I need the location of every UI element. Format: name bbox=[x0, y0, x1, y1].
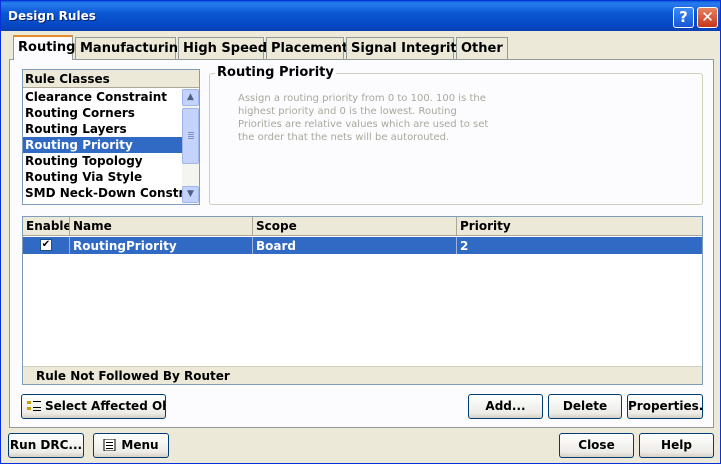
rule-class-routing-topology[interactable]: Routing Topology bbox=[23, 153, 183, 169]
rule-classes-list[interactable]: Rule Classes Clearance Constraint Routin… bbox=[22, 69, 200, 205]
rules-table[interactable]: Enable Name Scope Priority ✔ RoutingPrio… bbox=[22, 216, 703, 385]
menu-icon bbox=[103, 438, 116, 451]
rule-class-routing-via-style[interactable]: Routing Via Style bbox=[23, 169, 183, 185]
question-mark-icon: ? bbox=[679, 8, 688, 26]
close-icon: ✕ bbox=[701, 8, 714, 26]
checkmark-icon: ✔ bbox=[41, 239, 51, 250]
rule-class-smd-neck-down[interactable]: SMD Neck-Down Constrai bbox=[23, 185, 183, 201]
grip-icon bbox=[188, 132, 194, 140]
tab-manufacturing[interactable]: Manufacturing bbox=[75, 37, 187, 59]
delete-button[interactable]: Delete bbox=[548, 394, 622, 419]
scroll-down-button[interactable]: ▼ bbox=[182, 186, 199, 203]
tab-other[interactable]: Other bbox=[456, 37, 508, 59]
tab-placement[interactable]: Placement bbox=[266, 37, 348, 59]
title-bar[interactable]: Design Rules ? ✕ bbox=[1, 1, 720, 31]
group-title: Routing Priority bbox=[215, 65, 336, 80]
design-rules-dialog: Design Rules ? ✕ Routing Manufacturing H… bbox=[0, 0, 721, 464]
title-close-button[interactable]: ✕ bbox=[697, 7, 718, 28]
rule-classes-scrollbar[interactable]: ▲ ▼ bbox=[182, 89, 199, 204]
select-affected-label: Select Affected Obj bbox=[45, 399, 166, 413]
title-help-button[interactable]: ? bbox=[673, 7, 694, 28]
rule-class-clearance-constraint[interactable]: Clearance Constraint bbox=[23, 89, 183, 105]
help-button[interactable]: Help bbox=[639, 433, 714, 458]
table-header: Enable Name Scope Priority bbox=[23, 217, 702, 236]
rule-classes-items[interactable]: Clearance Constraint Routing Corners Rou… bbox=[23, 89, 183, 204]
close-button[interactable]: Close bbox=[559, 433, 634, 458]
chevron-down-icon: ▼ bbox=[187, 189, 194, 199]
table-row[interactable]: ✔ RoutingPriority Board 2 bbox=[23, 237, 702, 254]
scroll-up-button[interactable]: ▲ bbox=[182, 89, 199, 106]
enable-checkbox[interactable]: ✔ bbox=[40, 239, 52, 251]
cell-scope[interactable]: Board bbox=[253, 237, 457, 254]
run-drc-button[interactable]: Run DRC... bbox=[8, 433, 84, 458]
cell-priority[interactable]: 2 bbox=[457, 237, 702, 254]
menu-label: Menu bbox=[121, 438, 159, 452]
table-status-text: Rule Not Followed By Router bbox=[23, 366, 702, 384]
properties-button[interactable]: Properties... bbox=[627, 394, 703, 419]
column-enable[interactable]: Enable bbox=[23, 217, 70, 235]
cell-name[interactable]: RoutingPriority bbox=[70, 237, 253, 254]
rule-classes-header: Rule Classes bbox=[23, 70, 199, 88]
rule-class-routing-priority[interactable]: Routing Priority bbox=[23, 137, 183, 153]
column-name[interactable]: Name bbox=[70, 217, 253, 235]
scroll-thumb[interactable] bbox=[182, 108, 199, 164]
column-scope[interactable]: Scope bbox=[253, 217, 457, 235]
select-objects-icon bbox=[27, 400, 41, 411]
add-button[interactable]: Add... bbox=[468, 394, 543, 419]
cell-enable[interactable]: ✔ bbox=[23, 237, 70, 254]
tab-routing[interactable]: Routing bbox=[13, 35, 75, 60]
column-priority[interactable]: Priority bbox=[457, 217, 702, 235]
menu-button[interactable]: Menu bbox=[93, 433, 169, 458]
rule-class-routing-corners[interactable]: Routing Corners bbox=[23, 105, 183, 121]
select-affected-button[interactable]: Select Affected Obj bbox=[21, 394, 166, 419]
group-description: Assign a routing priority from 0 to 100.… bbox=[238, 93, 489, 143]
chevron-up-icon: ▲ bbox=[187, 92, 194, 102]
tab-high-speed[interactable]: High Speed bbox=[178, 37, 267, 59]
rule-class-routing-layers[interactable]: Routing Layers bbox=[23, 121, 183, 137]
window-title: Design Rules bbox=[8, 9, 96, 23]
tab-signal-integrity[interactable]: Signal Integrity bbox=[346, 37, 465, 59]
